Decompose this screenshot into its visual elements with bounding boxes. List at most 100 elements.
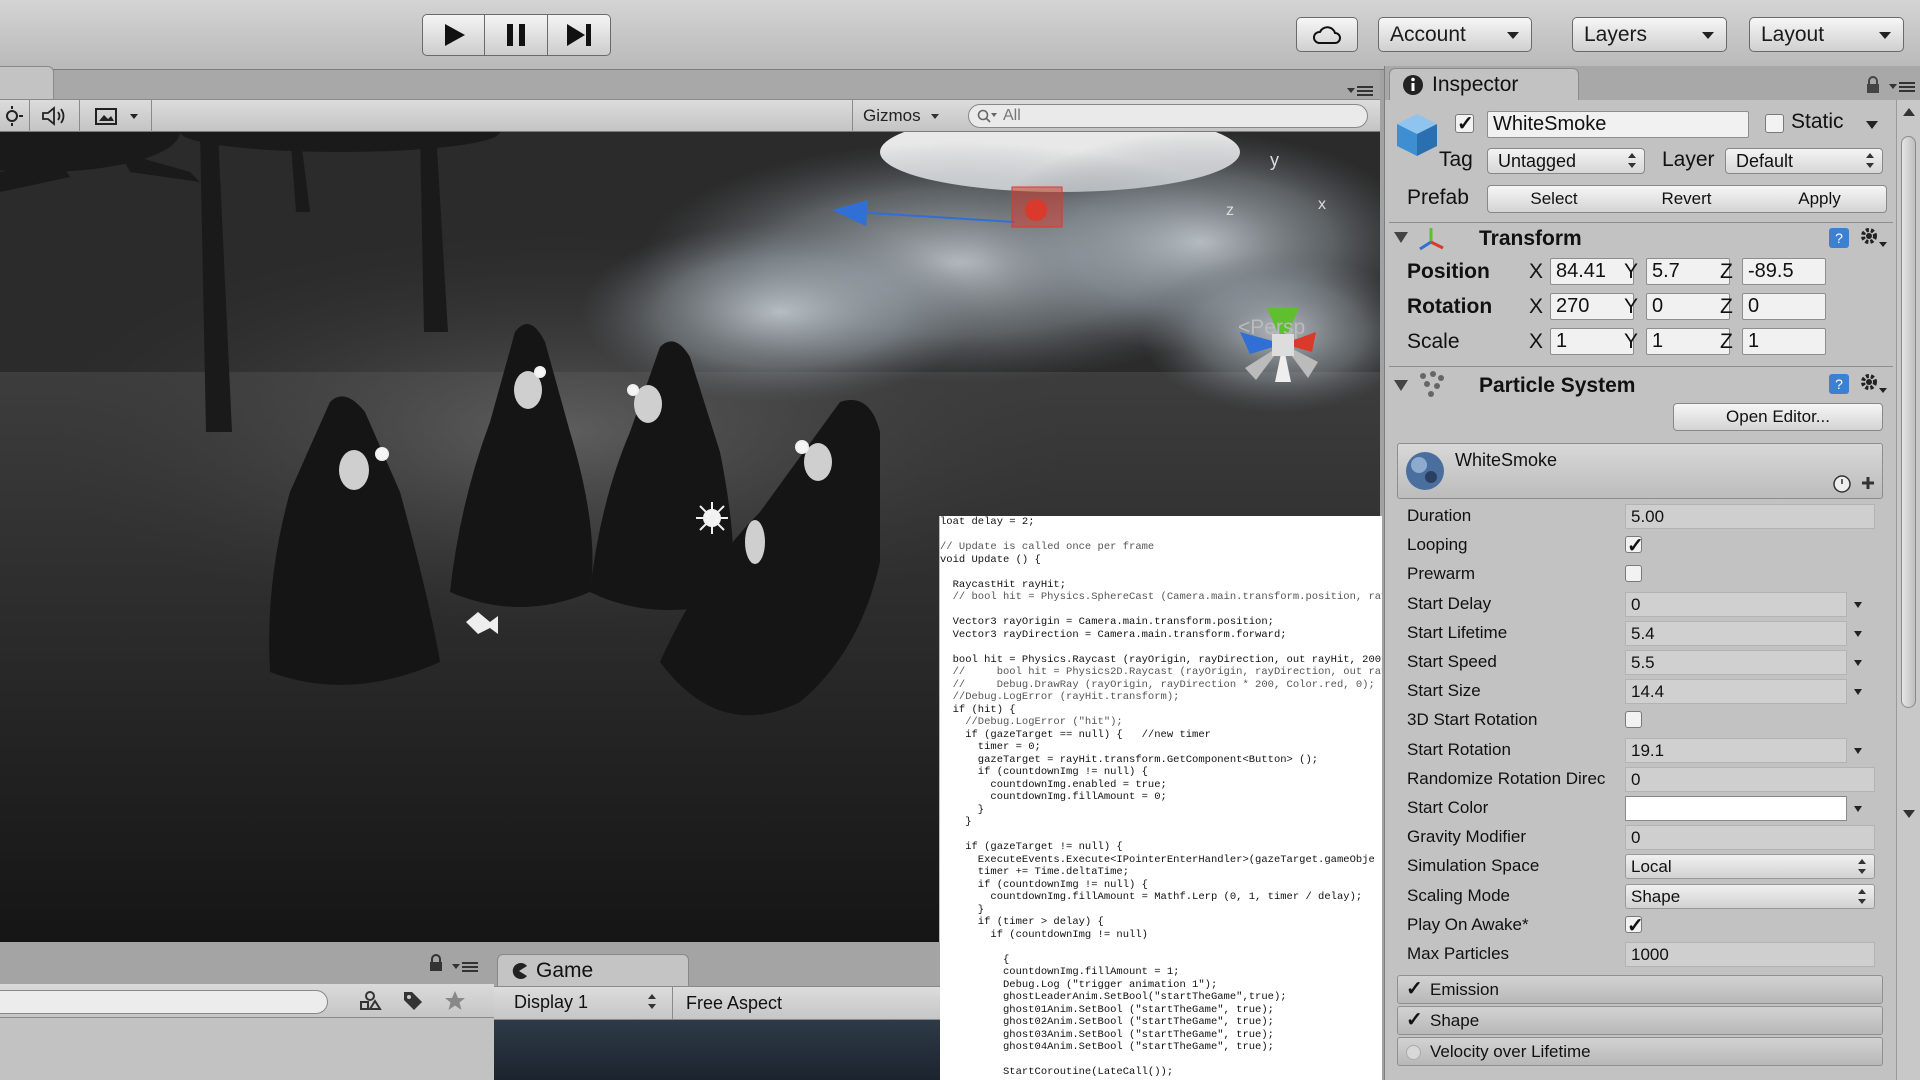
layout-dropdown[interactable]: Layout bbox=[1749, 17, 1904, 52]
position-x-field[interactable]: 84.41 bbox=[1550, 258, 1634, 285]
persp-label[interactable]: <Persp bbox=[1238, 316, 1305, 340]
chevron-down-icon[interactable] bbox=[1854, 660, 1862, 666]
property-value[interactable]: 0 bbox=[1625, 825, 1875, 850]
filter-type-icon[interactable] bbox=[358, 990, 382, 1012]
property-value[interactable]: 5.5 bbox=[1625, 650, 1862, 675]
scene-search-input[interactable]: All bbox=[968, 104, 1368, 128]
chevron-down-icon[interactable] bbox=[1854, 806, 1862, 812]
property-name: Prewarm bbox=[1407, 564, 1476, 583]
tag-icon[interactable] bbox=[402, 990, 424, 1012]
help-book-icon[interactable]: ? bbox=[1827, 372, 1851, 396]
module-disabled-icon[interactable] bbox=[1406, 1045, 1421, 1060]
property-value[interactable]: Local bbox=[1625, 854, 1875, 879]
module-header[interactable]: ✓ Shape bbox=[1397, 1006, 1883, 1035]
code-editor-overlay: loat delay = 2; // Update is called once … bbox=[939, 516, 1382, 1080]
lock-icon[interactable] bbox=[1865, 76, 1881, 94]
chevron-down-icon[interactable] bbox=[1854, 631, 1862, 637]
tab-scene[interactable] bbox=[0, 66, 54, 100]
static-checkbox[interactable] bbox=[1765, 114, 1784, 133]
gizmos-dropdown[interactable]: Gizmos bbox=[852, 100, 952, 132]
rotation-z-field[interactable]: 0 bbox=[1742, 293, 1826, 320]
pause-button[interactable] bbox=[485, 14, 548, 56]
particle-main-module-header[interactable]: WhiteSmoke bbox=[1397, 443, 1883, 499]
scene-effects-dropdown[interactable] bbox=[80, 100, 152, 132]
property-checkbox[interactable] bbox=[1625, 565, 1642, 582]
chevron-down-icon[interactable] bbox=[1865, 120, 1879, 130]
foldout-triangle-icon[interactable] bbox=[1393, 378, 1409, 392]
project-search-input[interactable] bbox=[0, 990, 328, 1014]
clock-icon[interactable] bbox=[1832, 474, 1852, 494]
panel-menu-icon[interactable] bbox=[452, 960, 478, 974]
property-value[interactable]: Shape bbox=[1625, 884, 1875, 909]
property-value[interactable]: 0 bbox=[1625, 767, 1875, 792]
tab-game[interactable]: Game bbox=[497, 954, 689, 986]
tag-dropdown[interactable]: Untagged bbox=[1487, 148, 1645, 174]
checkmark-icon[interactable]: ✓ bbox=[1406, 1007, 1423, 1034]
layer-dropdown[interactable]: Default bbox=[1725, 148, 1883, 174]
object-name-field[interactable]: WhiteSmoke bbox=[1487, 111, 1749, 138]
property-value[interactable]: 5.00 bbox=[1625, 504, 1875, 529]
checkmark-icon[interactable]: ✓ bbox=[1406, 976, 1423, 1003]
module-header[interactable]: Velocity over Lifetime bbox=[1397, 1037, 1883, 1066]
property-name: Play On Awake* bbox=[1407, 915, 1529, 934]
scene-lighting-toggle[interactable] bbox=[0, 100, 30, 132]
aspect-dropdown[interactable]: Free Aspect bbox=[686, 993, 782, 1014]
inspector-scrollbar[interactable] bbox=[1896, 100, 1920, 1080]
foldout-triangle-icon[interactable] bbox=[1393, 230, 1409, 244]
scroll-down-icon[interactable] bbox=[1902, 808, 1916, 820]
prefab-revert-button[interactable]: Revert bbox=[1620, 185, 1754, 213]
star-icon[interactable] bbox=[444, 990, 466, 1012]
layers-dropdown[interactable]: Layers bbox=[1572, 17, 1727, 52]
scroll-thumb[interactable] bbox=[1901, 136, 1916, 708]
property-checkbox[interactable] bbox=[1625, 711, 1642, 728]
position-z-field[interactable]: -89.5 bbox=[1742, 258, 1826, 285]
property-name: Gravity Modifier bbox=[1407, 827, 1527, 846]
scale-y-field[interactable]: 1 bbox=[1646, 328, 1730, 355]
code-line: countdownImg.fillAmount = 0; bbox=[940, 791, 1167, 803]
property-value[interactable]: 19.1 bbox=[1625, 738, 1862, 763]
panel-menu-icon[interactable] bbox=[1889, 80, 1915, 94]
open-editor-button[interactable]: Open Editor... bbox=[1673, 403, 1883, 431]
property-name: Randomize Rotation Direc bbox=[1407, 769, 1606, 788]
property-value[interactable]: 14.4 bbox=[1625, 679, 1862, 704]
property-row: Start Delay 0 bbox=[1397, 590, 1883, 619]
rotation-y-field[interactable]: 0 bbox=[1646, 293, 1730, 320]
tab-inspector[interactable]: Inspector bbox=[1389, 68, 1579, 100]
axis-label-x: X bbox=[1529, 295, 1544, 318]
property-value[interactable]: 5.4 bbox=[1625, 621, 1862, 646]
chevron-down-icon[interactable] bbox=[1854, 689, 1862, 695]
scroll-up-icon[interactable] bbox=[1902, 106, 1916, 118]
panel-menu-icon[interactable] bbox=[1347, 84, 1373, 98]
display-dropdown[interactable]: Display 1 bbox=[504, 990, 664, 1016]
inspector-body: WhiteSmoke Static Tag Untagged Layer Def… bbox=[1385, 100, 1897, 1080]
help-book-icon[interactable]: ? bbox=[1827, 226, 1851, 250]
game-view[interactable] bbox=[494, 1020, 940, 1080]
module-header[interactable]: ✓ Emission bbox=[1397, 975, 1883, 1004]
step-button[interactable] bbox=[548, 14, 611, 56]
property-value[interactable]: 0 bbox=[1625, 592, 1862, 617]
unity-editor-window: Account Layers Layout Gizmos All y x z <… bbox=[0, 0, 1920, 1080]
chevron-down-icon bbox=[1702, 32, 1714, 39]
play-button[interactable] bbox=[422, 14, 485, 56]
property-checkbox[interactable] bbox=[1625, 533, 1644, 558]
plus-icon[interactable] bbox=[1860, 475, 1876, 491]
scene-audio-toggle[interactable] bbox=[30, 100, 80, 132]
position-y-field[interactable]: 5.7 bbox=[1646, 258, 1730, 285]
collab-cloud-button[interactable] bbox=[1296, 17, 1358, 52]
scale-x-field[interactable]: 1 bbox=[1550, 328, 1634, 355]
chevron-down-icon[interactable] bbox=[1854, 602, 1862, 608]
prefab-select-button[interactable]: Select bbox=[1487, 185, 1621, 213]
gear-icon[interactable] bbox=[1857, 370, 1887, 396]
prefab-apply-button[interactable]: Apply bbox=[1753, 185, 1887, 213]
gear-icon[interactable] bbox=[1857, 224, 1887, 250]
rotation-x-field[interactable]: 270 bbox=[1550, 293, 1634, 320]
chevron-down-icon[interactable] bbox=[1854, 748, 1862, 754]
scale-z-field[interactable]: 1 bbox=[1742, 328, 1826, 355]
lock-icon[interactable] bbox=[428, 954, 444, 972]
property-row: Start Rotation 19.1 bbox=[1397, 736, 1883, 765]
account-dropdown[interactable]: Account bbox=[1378, 17, 1532, 52]
active-checkbox[interactable] bbox=[1455, 111, 1474, 136]
start-color-swatch[interactable] bbox=[1625, 796, 1862, 821]
property-value[interactable]: 1000 bbox=[1625, 942, 1875, 967]
property-checkbox[interactable] bbox=[1625, 913, 1644, 938]
